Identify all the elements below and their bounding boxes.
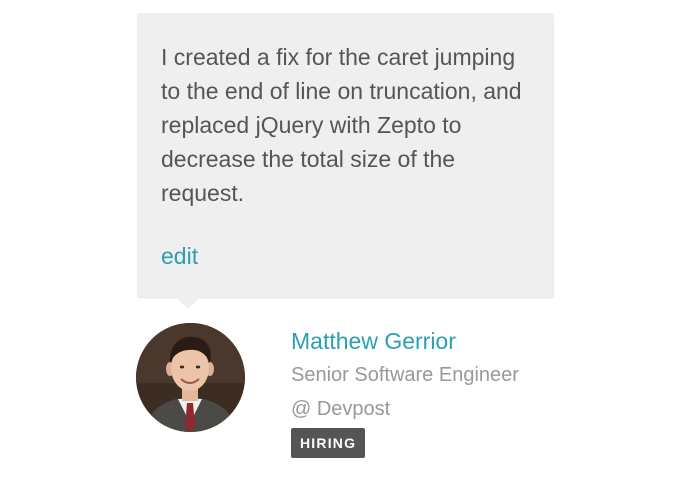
author-role: Senior Software Engineer	[291, 364, 519, 386]
update-bubble: I created a fix for the caret jumping to…	[137, 13, 554, 297]
profile-photo-icon	[136, 323, 245, 432]
edit-link[interactable]: edit	[161, 241, 198, 271]
author-info: Matthew Gerrior Senior Software Engineer…	[291, 326, 519, 458]
software-update-card: I created a fix for the caret jumping to…	[0, 0, 695, 494]
hiring-badge: HIRING	[291, 428, 366, 458]
avatar[interactable]	[136, 323, 245, 432]
update-text: I created a fix for the caret jumping to…	[161, 44, 522, 206]
author-name-link[interactable]: Matthew Gerrior	[291, 326, 519, 356]
author-company: @ Devpost	[291, 398, 391, 420]
bubble-pointer	[176, 297, 200, 309]
